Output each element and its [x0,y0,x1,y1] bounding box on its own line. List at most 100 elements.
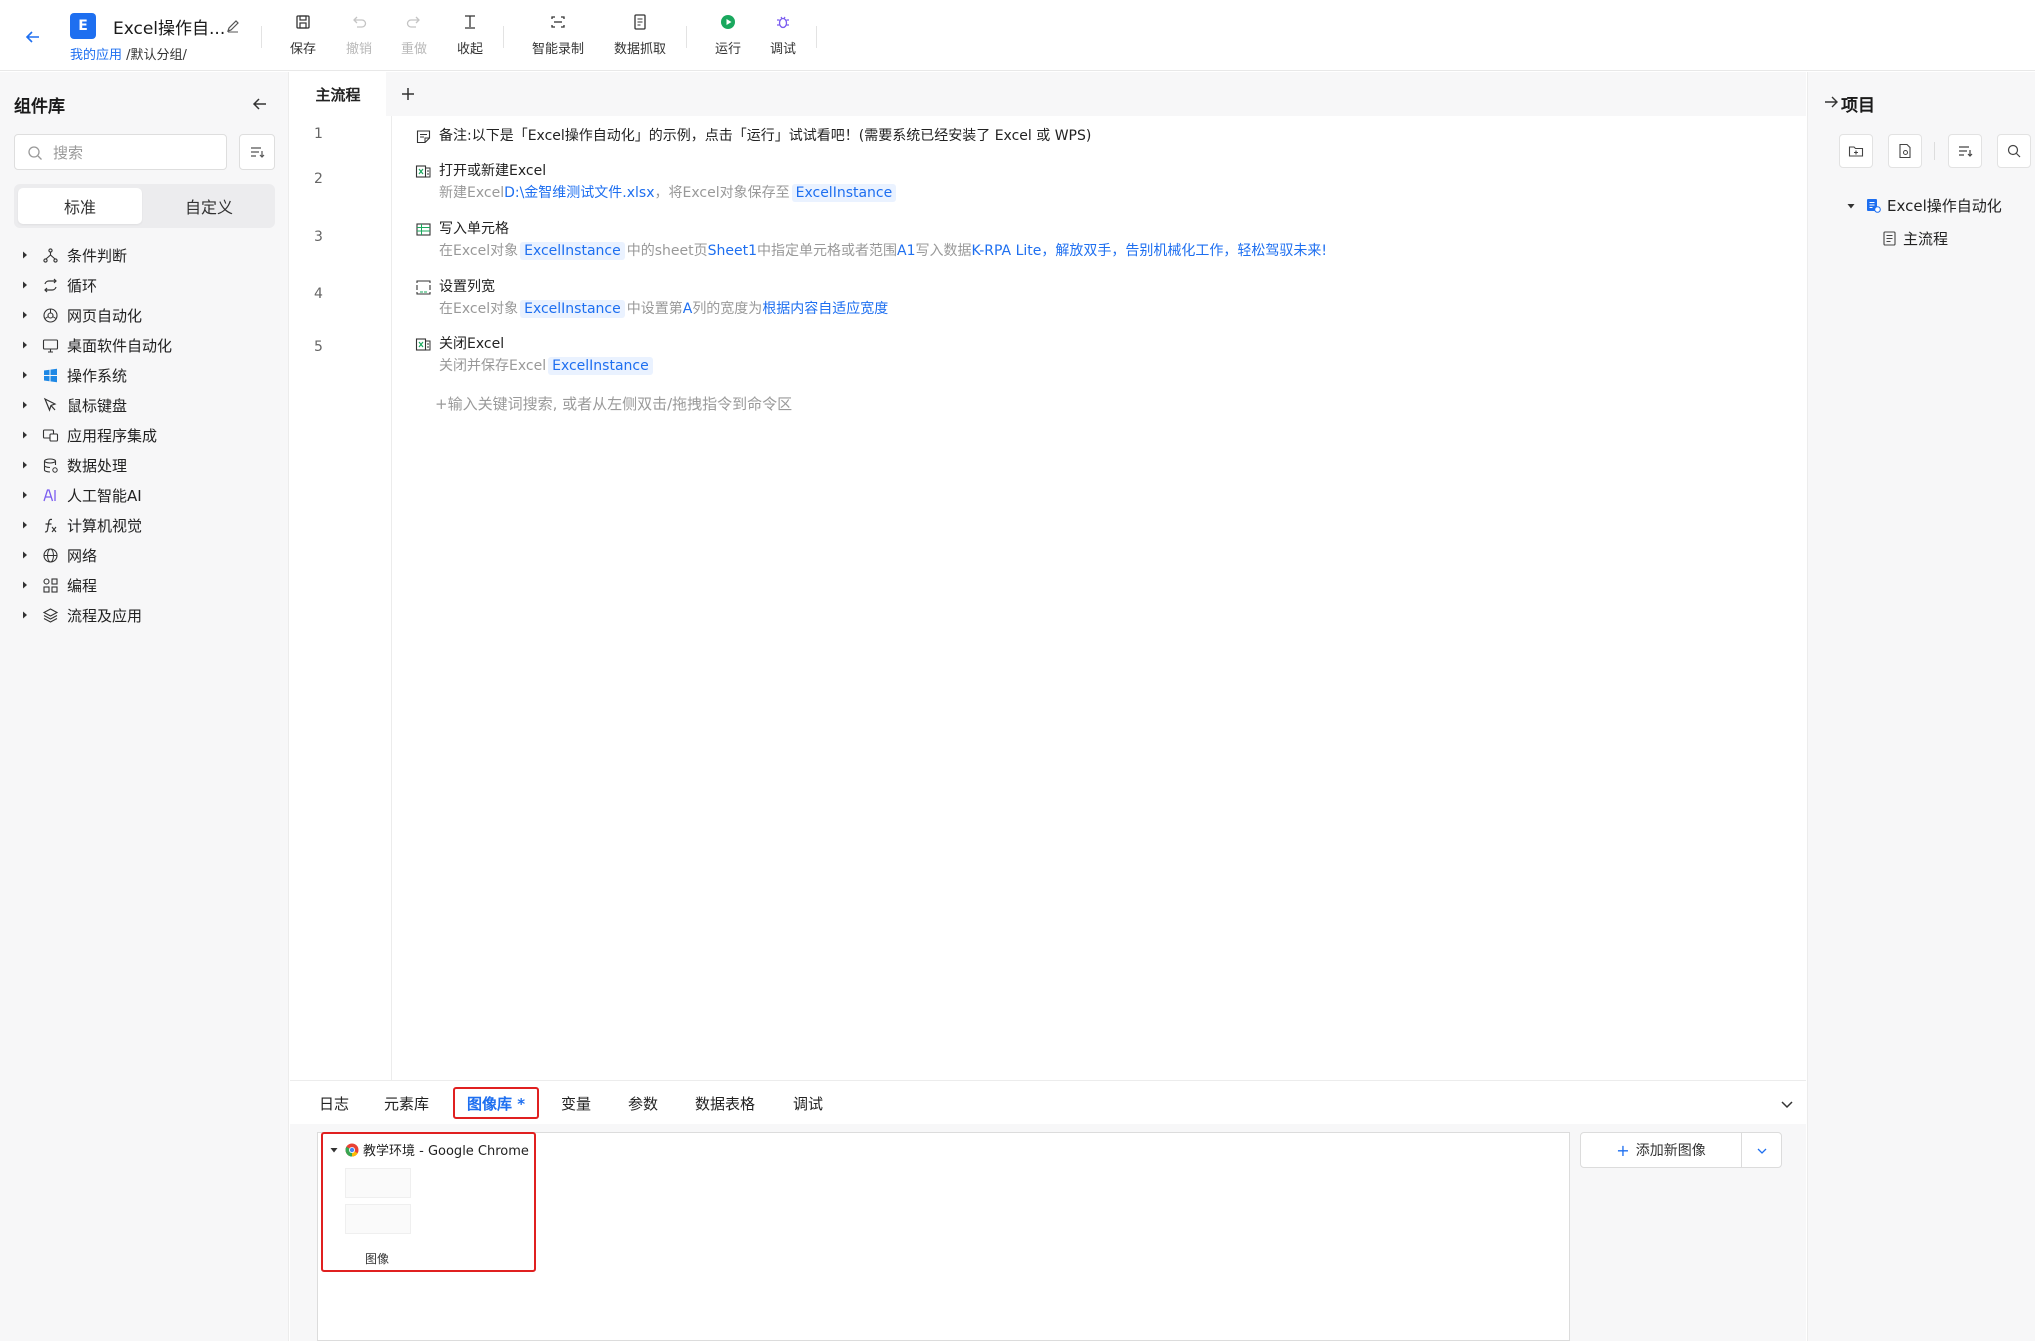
category-item[interactable]: 计算机视觉 [20,513,142,537]
image-thumbnail[interactable] [345,1168,411,1198]
category-item[interactable]: 人工智能AI [20,483,142,507]
tab-variables[interactable]: 变量 [561,1087,591,1119]
desc-text: ，将Excel对象保存至 [654,185,790,201]
undo-icon [349,12,369,32]
category-item[interactable]: 应用程序集成 [20,423,157,447]
variable-tag: ExcelInstance [520,242,625,260]
search-input[interactable] [53,142,213,164]
collapse-button[interactable]: 收起 [440,12,500,58]
category-item[interactable]: 数据处理 [20,453,127,477]
sort-tree-button[interactable] [1948,134,1982,168]
code-blocks-icon [43,577,58,593]
image-thumbnail[interactable] [345,1204,411,1234]
windows-icon [44,368,57,382]
chrome-window-node[interactable]: 教学环境 - Google Chrome [329,1140,529,1159]
desc-text: 中指定单元格或者范围 [757,243,898,259]
line-number: 3 [314,229,323,245]
expand-triangle-icon [23,251,27,259]
add-command-hint[interactable]: +输入关键词搜索, 或者从左侧双击/拖拽指令到命令区 [435,393,792,414]
project-panel: 项目 Excel操作自动化 主流程 [1807,72,2035,1341]
ai-icon [43,488,56,501]
tab-custom[interactable]: 自定义 [147,188,271,224]
new-flow-button[interactable] [1888,134,1922,168]
range-value: A1 [897,243,916,259]
tab-debug[interactable]: 调试 [793,1087,823,1119]
toolbar-divider [686,26,687,48]
step-description: 关闭并保存Excel ExcelInstance [439,355,655,375]
tree-root-label: Excel操作自动化 [1887,197,2002,215]
run-button[interactable]: 运行 [698,12,758,58]
category-label: 数据处理 [67,456,128,475]
edit-pencil-icon[interactable] [225,18,241,34]
breadcrumb-group: /默认分组/ [126,48,187,63]
category-item[interactable]: 条件判断 [20,243,127,267]
desc-text: 中设置第 [626,301,683,317]
sheet-value: Sheet1 [707,243,758,259]
line-number: 5 [314,339,323,355]
tab-data-table[interactable]: 数据表格 [695,1087,755,1119]
step-description: 在Excel对象 ExcelInstance 中的sheet页Sheet1中指定单元… [439,240,1327,260]
category-item[interactable]: 操作系统 [20,363,127,387]
excel-open-icon [415,165,431,178]
record-scan-icon [548,12,568,32]
desc-text: 关闭并保存Excel [439,358,547,374]
data-capture-button[interactable]: 数据抓取 [610,12,670,58]
variable-tag: ExcelInstance [520,300,625,318]
table-cell-icon [416,223,431,236]
back-arrow-icon[interactable] [22,26,44,48]
globe-icon [43,547,58,563]
expand-triangle-icon [23,521,27,529]
category-item[interactable]: 循环 [20,273,97,297]
folder-add-icon [1848,146,1864,157]
add-image-dropdown[interactable] [1742,1133,1782,1167]
category-item[interactable]: 网页自动化 [20,303,142,327]
chevron-down-icon[interactable] [1780,1097,1794,1111]
database-icon [43,457,58,473]
expand-triangle-icon [23,611,27,619]
sidebar-title: 组件库 [14,97,65,117]
add-tab-plus-icon[interactable] [398,84,418,104]
tree-item-main-flow[interactable]: 主流程 [1881,228,1948,249]
save-button[interactable]: 保存 [273,12,333,58]
toolbar-divider [816,26,817,48]
data-value: K-RPA Lite，解放双手，告别机械化工作，轻松驾驭未来! [971,243,1327,259]
tab-image-library[interactable]: 图像库 * [453,1087,540,1119]
sort-icon [251,147,265,158]
tree-root-project[interactable]: Excel操作自动化 [1846,195,2002,216]
toolbar-divider [261,26,262,48]
category-item[interactable]: 桌面软件自动化 [20,333,172,357]
category-item[interactable]: 编程 [20,573,97,597]
tab-parameters[interactable]: 参数 [628,1087,658,1119]
data-capture-icon [630,12,650,32]
expand-triangle-icon [23,311,27,319]
save-label: 保存 [289,42,316,57]
category-item[interactable]: 鼠标键盘 [20,393,127,417]
app-title: Excel操作自... [113,19,226,39]
debug-button[interactable]: 调试 [753,12,813,58]
tab-main-flow[interactable]: 主流程 [290,72,386,116]
top-toolbar: E Excel操作自... 我的应用 /默认分组/ 保存 撤销 重做 收起 智能… [0,0,2035,71]
undo-button[interactable]: 撤销 [329,12,389,58]
breadcrumb: 我的应用 /默认分组/ [70,44,187,63]
note-text: 备注:以下是「Excel操作自动化」的示例，点击「运行」试试看吧！(需要系统已经… [439,128,1092,144]
search-tree-button[interactable] [1997,134,2031,168]
redo-button[interactable]: 重做 [384,12,444,58]
tab-standard[interactable]: 标准 [18,188,142,224]
undo-label: 撤销 [345,42,372,57]
redo-icon [404,12,424,32]
add-image-button[interactable]: + 添加新图像 [1581,1133,1741,1167]
tab-element-library[interactable]: 元素库 [384,1087,429,1119]
sort-button[interactable] [239,134,275,170]
tab-log[interactable]: 日志 [319,1087,349,1119]
category-item[interactable]: 网络 [20,543,97,567]
breadcrumb-my-apps-link[interactable]: 我的应用 [70,48,122,63]
desc-text: 中的sheet页 [626,243,708,259]
expand-triangle-icon [23,431,27,439]
command-editor: 备注:以下是「Excel操作自动化」的示例，点击「运行」试试看吧！(需要系统已经… [393,116,1806,1080]
new-folder-button[interactable] [1839,134,1873,168]
expand-panel-arrow-icon[interactable] [1823,94,1839,110]
category-item[interactable]: 流程及应用 [20,603,142,627]
smart-record-button[interactable]: 智能录制 [528,12,588,58]
collapse-sidebar-arrow-icon[interactable] [250,94,270,114]
column-value: A [682,301,693,317]
